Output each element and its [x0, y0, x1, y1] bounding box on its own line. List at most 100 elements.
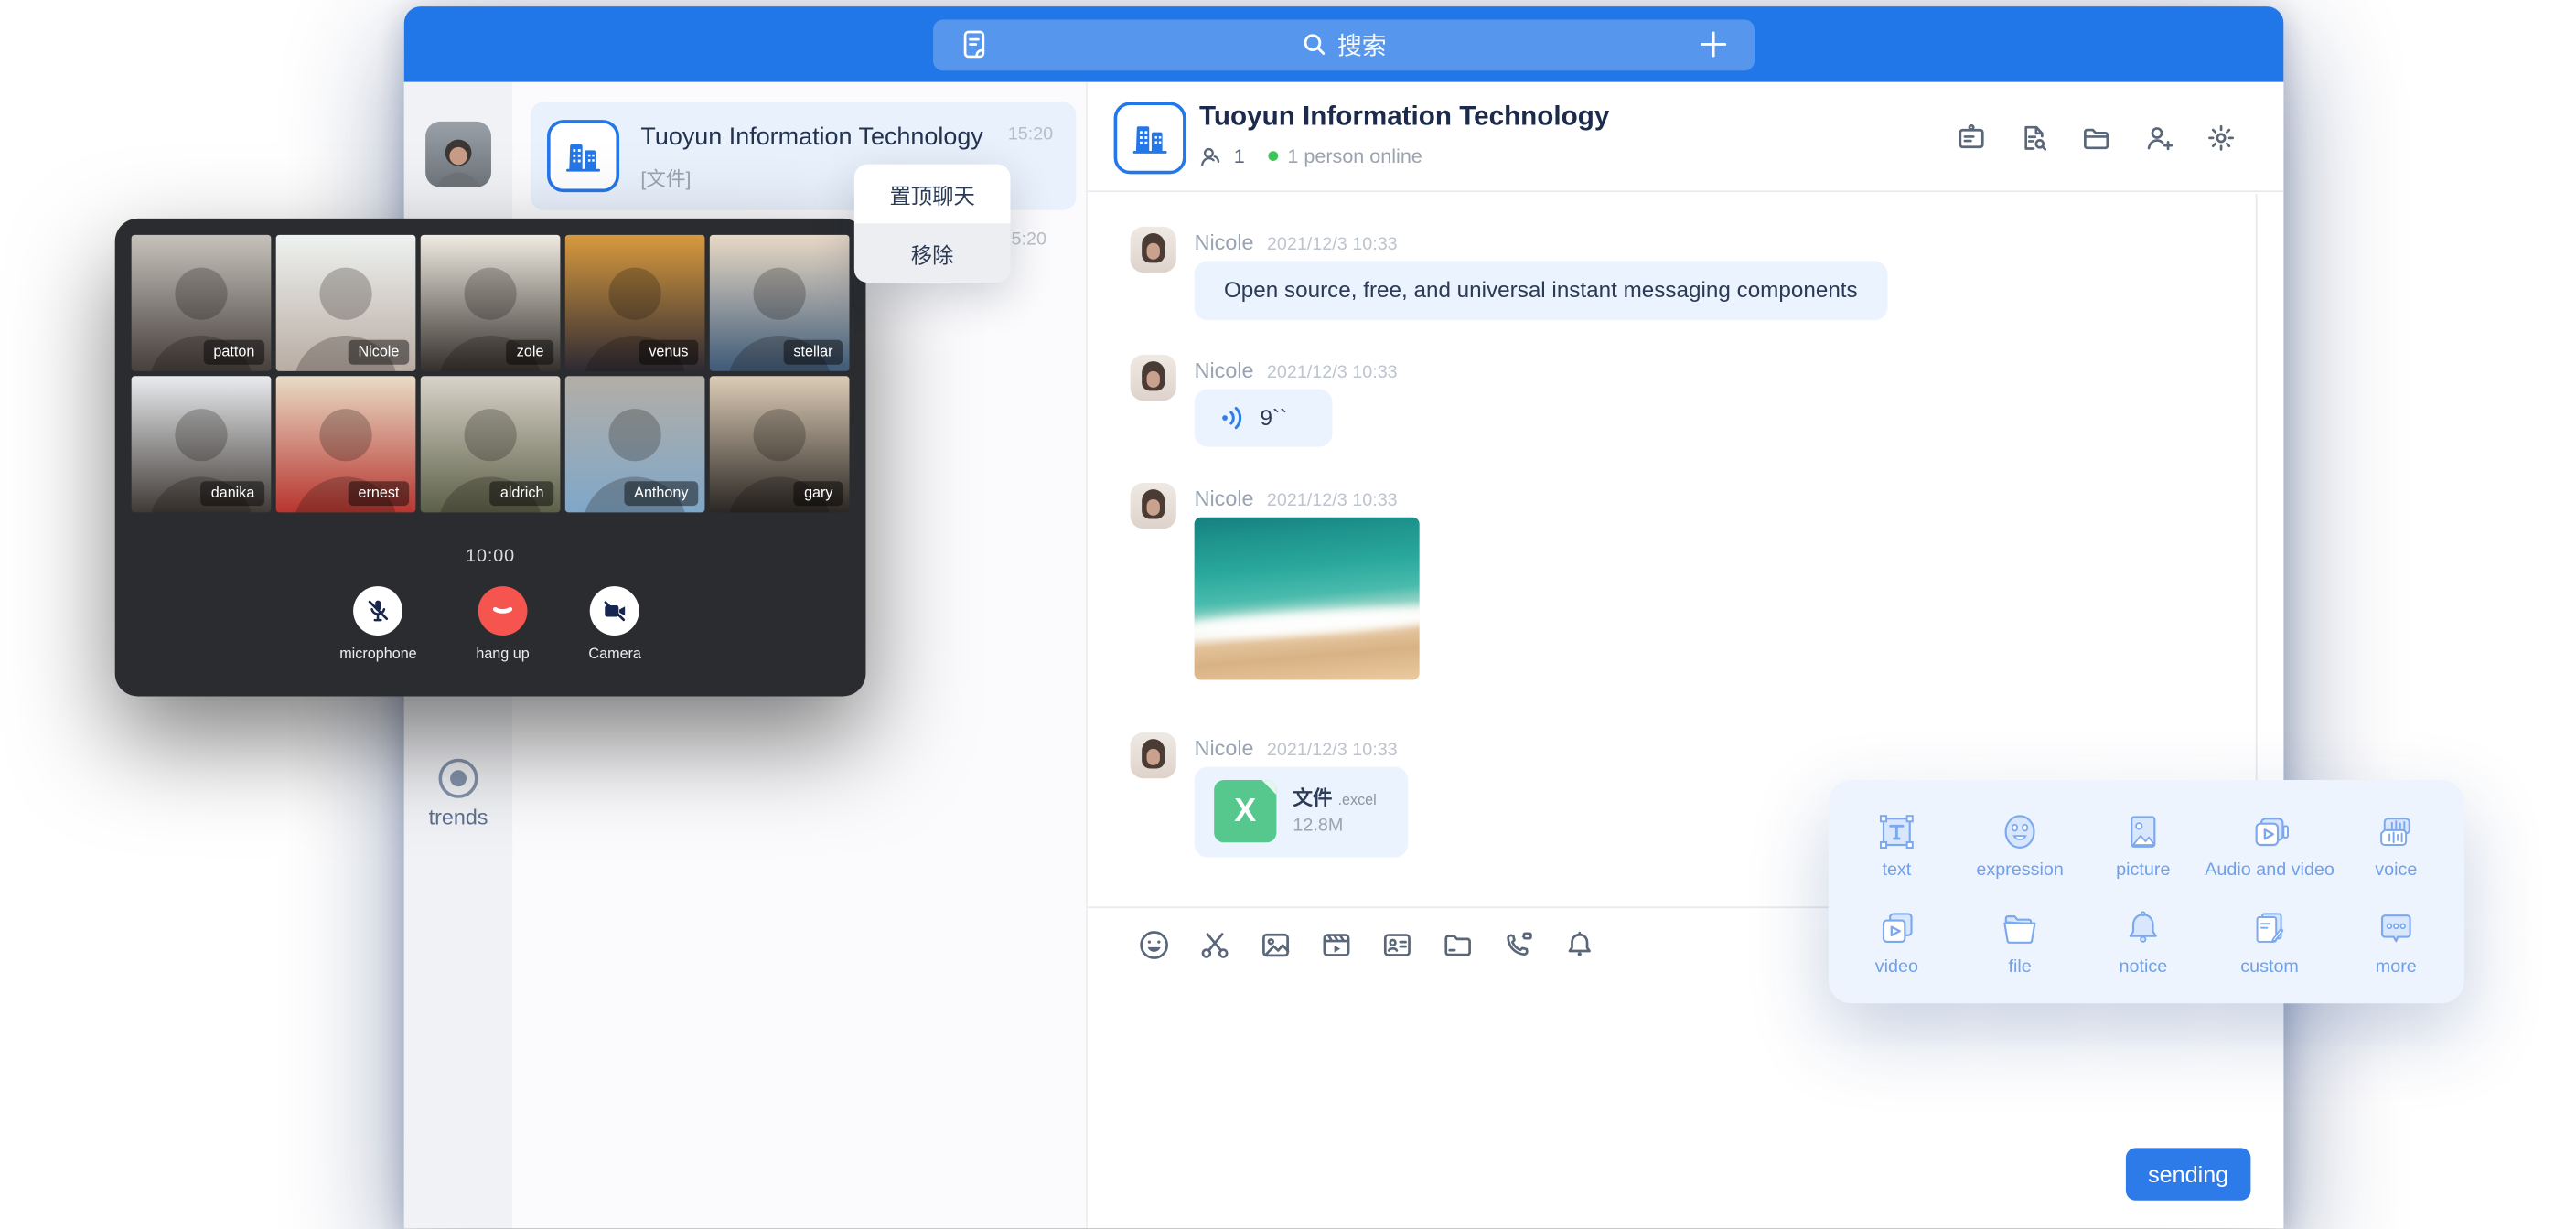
sender-name: Nicole	[1195, 230, 1254, 254]
participant-name: venus	[639, 340, 699, 365]
plus-icon[interactable]	[1695, 27, 1732, 63]
panel-label: text	[1882, 860, 1911, 881]
building-icon	[562, 134, 605, 177]
message-time: 2021/12/3 10:33	[1267, 363, 1398, 383]
video-tile[interactable]: Anthony	[565, 376, 705, 512]
panel-item-audio-video[interactable]: Audio and video	[2205, 796, 2334, 893]
send-button[interactable]: sending	[2126, 1148, 2250, 1200]
emoji-icon[interactable]	[1137, 928, 1172, 963]
hang-up-control[interactable]: hang up	[476, 586, 529, 662]
panel-label: voice	[2375, 860, 2417, 881]
search-bar[interactable]: 搜索	[933, 19, 1755, 70]
call-timer: 10:00	[115, 547, 866, 567]
video-tile[interactable]: aldrich	[421, 376, 561, 512]
building-icon	[1129, 117, 1172, 160]
conversation-preview: [文件]	[640, 165, 691, 193]
file-attachment[interactable]: X 文件 .excel 12.8M	[1195, 767, 1408, 858]
header-actions	[1955, 122, 2238, 155]
panel-item-custom[interactable]: custom	[2205, 893, 2334, 990]
image-icon[interactable]	[1259, 928, 1293, 963]
camera-muted-icon[interactable]	[590, 586, 639, 636]
call-icon[interactable]	[1501, 928, 1536, 963]
group-avatar	[1114, 102, 1186, 174]
sender-name: Nicole	[1195, 736, 1254, 761]
chat-header: Tuoyun Information Technology 1 1 person…	[1088, 82, 2283, 192]
voice-duration: 9``	[1260, 406, 1287, 431]
video-tile[interactable]: venus	[565, 235, 705, 371]
video-tile[interactable]: patton	[132, 235, 272, 371]
panel-item-video[interactable]: video	[1835, 893, 1959, 990]
video-tile[interactable]: Nicole	[276, 235, 416, 371]
member-count: 1	[1234, 144, 1245, 167]
hang-up-icon[interactable]	[478, 586, 528, 636]
panel-item-expression[interactable]: expression	[1959, 796, 2082, 893]
user-avatar[interactable]	[425, 122, 491, 187]
camera-label: Camera	[588, 646, 640, 662]
chat-history-search-icon[interactable]	[2017, 122, 2050, 155]
text-icon	[1874, 809, 1918, 853]
participant-name: zole	[507, 340, 553, 365]
participant-name: stellar	[784, 340, 843, 365]
menu-item-remove[interactable]: 移除	[854, 223, 1011, 283]
microphone-control[interactable]: microphone	[339, 586, 416, 662]
video-tile[interactable]: danika	[132, 376, 272, 512]
rail-item-trends[interactable]: trends	[404, 759, 513, 829]
panel-item-notice[interactable]: notice	[2081, 893, 2205, 990]
sender-name: Nicole	[1195, 486, 1254, 511]
file-folder-icon	[1998, 906, 2042, 950]
participant-name: Anthony	[624, 481, 698, 506]
panel-item-more[interactable]: more	[2334, 893, 2458, 990]
participant-name: danika	[201, 481, 264, 506]
folder-icon[interactable]	[1441, 928, 1476, 963]
sender-avatar[interactable]	[1131, 483, 1176, 529]
trends-label: trends	[404, 805, 513, 829]
panel-item-file[interactable]: file	[1959, 893, 2082, 990]
message-time: 2021/12/3 10:33	[1267, 235, 1398, 255]
video-tile[interactable]: gary	[710, 376, 850, 512]
participant-name: aldrich	[490, 481, 553, 506]
participant-name: patton	[204, 340, 265, 365]
topbar: 搜索	[404, 6, 2284, 82]
contacts-icon[interactable]	[956, 27, 993, 63]
participant-name: ernest	[349, 481, 409, 506]
excel-file-icon: X	[1214, 780, 1276, 842]
sender-avatar[interactable]	[1131, 355, 1176, 401]
file-size: 12.8M	[1293, 817, 1343, 837]
hang-up-label: hang up	[476, 646, 529, 662]
camera-control[interactable]: Camera	[588, 586, 640, 662]
more-icon	[2374, 906, 2418, 950]
settings-gear-icon[interactable]	[2205, 122, 2238, 155]
text-bubble[interactable]: Open source, free, and universal instant…	[1195, 262, 1887, 321]
panel-item-text[interactable]: text	[1835, 796, 1959, 893]
notice-bell-icon	[2121, 906, 2165, 950]
notification-bell-icon[interactable]	[1562, 928, 1597, 963]
message-time: 2021/12/3 10:33	[1267, 741, 1398, 761]
video-clip-icon[interactable]	[1319, 928, 1354, 963]
file-name: 文件	[1293, 786, 1332, 809]
search-input[interactable]: 搜索	[993, 27, 1696, 62]
chat-title: Tuoyun Information Technology	[1199, 102, 1609, 133]
video-tile[interactable]: zole	[421, 235, 561, 371]
file-extension: .excel	[1338, 792, 1377, 808]
announcement-icon[interactable]	[1955, 122, 1988, 155]
contact-card-icon[interactable]	[1380, 928, 1415, 963]
video-tile[interactable]: stellar	[710, 235, 850, 371]
add-member-icon[interactable]	[2142, 122, 2175, 155]
panel-item-picture[interactable]: picture	[2081, 796, 2205, 893]
files-icon[interactable]	[2080, 122, 2113, 155]
panel-label: expression	[1976, 860, 2064, 881]
image-attachment[interactable]	[1195, 518, 1420, 680]
screenshot-scissors-icon[interactable]	[1197, 928, 1232, 963]
microphone-muted-icon[interactable]	[354, 586, 403, 636]
search-icon	[1301, 31, 1327, 58]
voice-bubble[interactable]: 9``	[1195, 390, 1333, 447]
panel-label: picture	[2116, 860, 2170, 881]
panel-label: video	[1875, 957, 1918, 978]
menu-item-pin-chat[interactable]: 置顶聊天	[854, 165, 1011, 224]
panel-item-voice[interactable]: voice	[2334, 796, 2458, 893]
video-tile[interactable]: ernest	[276, 376, 416, 512]
participant-name: gary	[794, 481, 843, 506]
sender-avatar[interactable]	[1131, 227, 1176, 273]
sender-avatar[interactable]	[1131, 732, 1176, 778]
video-message-icon	[1874, 906, 1918, 950]
